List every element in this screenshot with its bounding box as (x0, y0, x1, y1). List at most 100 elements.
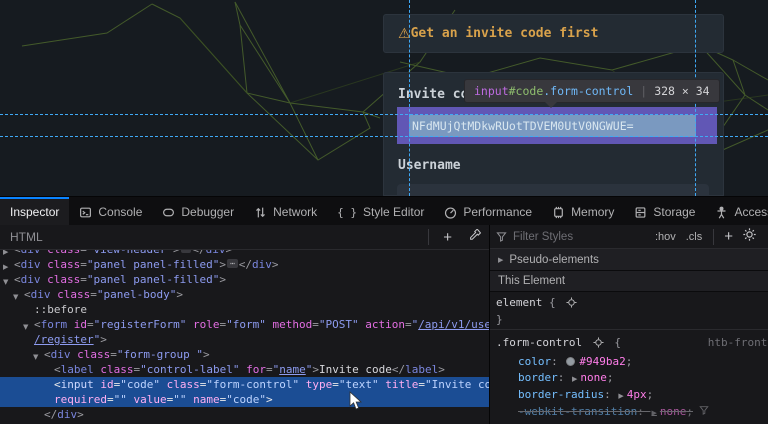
highlighter-guide-left (409, 0, 410, 196)
tab-debugger[interactable]: Debugger (152, 197, 244, 225)
markup-token-pun: = (405, 318, 412, 331)
form-control-selector[interactable]: .form-control (496, 336, 582, 349)
expand-down-twisty[interactable]: ▼ (23, 320, 28, 335)
markup-token-atv: "" (114, 393, 127, 406)
expand-value-twisty[interactable]: ▶ (572, 375, 577, 383)
toggle-pseudo-classes-button[interactable]: :hov (650, 231, 681, 243)
accessibility-icon (715, 206, 728, 219)
markup-row[interactable]: ▼<div class="form-group "> (0, 347, 489, 362)
tab-memory[interactable]: Memory (542, 197, 624, 225)
toolbar-divider (428, 229, 429, 245)
tab-accessibility[interactable]: Accessibility (705, 197, 768, 225)
color-scheme-sun-icon[interactable] (737, 228, 762, 246)
performance-icon (444, 206, 457, 219)
markup-token-atv: "view-header" (87, 250, 173, 256)
highlight-selector-target-icon[interactable] (593, 335, 604, 354)
show-all-nodes-badge[interactable]: ⋯ (181, 250, 192, 253)
filter-styles-input[interactable]: Filter Styles (513, 231, 650, 243)
tab-style-editor[interactable]: { }Style Editor (327, 197, 434, 225)
property-value: none (660, 405, 687, 418)
expand-value-twisty[interactable]: ▶ (618, 392, 623, 400)
css-property-border[interactable]: border: ▶none; (496, 370, 768, 387)
storage-icon (634, 206, 647, 219)
markup-token-lnk[interactable]: name (279, 363, 306, 376)
expand-value-twisty[interactable]: ▶ (651, 409, 656, 417)
markup-token-pun: = (418, 378, 425, 391)
markup-token-tag: div (21, 273, 41, 286)
markup-token-lnk[interactable]: /register (34, 333, 94, 346)
css-property-color[interactable]: color: #949ba2; (496, 354, 768, 370)
markup-token-atv: "control-label" (140, 363, 239, 376)
markup-token-pun: < (44, 348, 51, 361)
markup-token-tag: label (61, 363, 94, 376)
markup-row[interactable]: </div> (0, 407, 489, 422)
markup-token-pun: > (219, 273, 226, 286)
tab-storage[interactable]: Storage (624, 197, 705, 225)
markup-token-atn: class (94, 363, 134, 376)
markup-token-atv: "code" (120, 378, 160, 391)
markup-token-atv: "registerForm" (94, 318, 187, 331)
tab-label: Network (273, 205, 317, 219)
markup-token-pun: < (54, 363, 61, 376)
highlight-selector-target-icon[interactable] (566, 297, 577, 312)
markup-row[interactable]: ▶<div class="view-header">⋯</div> (0, 250, 489, 257)
markup-token-tag: div (252, 258, 272, 271)
markup-token-pun: = (80, 258, 87, 271)
toggle-classes-button[interactable]: .cls (681, 231, 708, 243)
markup-token-tag: form (41, 318, 68, 331)
markup-token-atn: value (127, 393, 167, 406)
html-search-label[interactable]: HTML (0, 230, 43, 244)
markup-token-atn: required (54, 393, 107, 406)
markup-row-selected[interactable]: <input id="code" class="form-control" ty… (0, 377, 489, 407)
tab-label: Style Editor (363, 205, 424, 219)
markup-row[interactable]: ▶<div class="panel panel-filled">⋯</div> (0, 257, 489, 272)
markup-token-atv: "" (173, 393, 186, 406)
tab-performance[interactable]: Performance (434, 197, 542, 225)
property-name: color (518, 355, 551, 368)
markup-token-tag: input (61, 378, 94, 391)
element-selector[interactable]: element (496, 296, 542, 309)
property-name: border (518, 371, 558, 384)
markup-token-pun: </ (192, 250, 205, 256)
markup-row[interactable]: <label class="control-label" for="name">… (0, 362, 489, 377)
markup-token-atv: "form-control" (206, 378, 299, 391)
this-element-label: This Element (498, 275, 565, 287)
add-node-button[interactable]: + (435, 230, 460, 245)
markup-row[interactable]: ▼<div class="panel panel-filled"> (0, 272, 489, 287)
markup-token-tag: label (405, 363, 438, 376)
username-input[interactable] (397, 184, 709, 196)
css-property--webkit-transition[interactable]: -webkit-transition: ▶none; (496, 404, 768, 421)
add-rule-button[interactable]: + (720, 229, 737, 244)
markup-row[interactable]: ▼<form id="registerForm" role="form" met… (0, 317, 489, 347)
markup-token-atn: class (41, 258, 81, 271)
pseudo-elements-header[interactable]: ▶ Pseudo-elements (490, 249, 768, 271)
markup-row[interactable]: ▼<div class="panel-body"> (0, 287, 489, 302)
alert-panel: ⚠Get an invite code first (383, 14, 724, 53)
markup-token-pun: > (77, 408, 84, 421)
markup-token-tag: div (51, 348, 71, 361)
markup-token-atv: "form" (226, 318, 266, 331)
invite-code-input[interactable]: NFdMUjQtMDkwRUotTDVEM0UtV0NGWUE= (409, 115, 696, 137)
filter-funnel-icon (496, 231, 507, 242)
eyedropper-icon[interactable] (460, 229, 489, 245)
chevron-right-icon: ▶ (498, 256, 503, 264)
markup-token-pun: = (332, 378, 339, 391)
css-property-border-radius[interactable]: border-radius: ▶4px; (496, 387, 768, 404)
markup-token-pun: = (90, 288, 97, 301)
rule-source-link[interactable]: htb-fronte (708, 333, 768, 352)
infobar-id: #code (509, 84, 544, 98)
show-all-nodes-badge[interactable]: ⋯ (227, 259, 238, 268)
color-swatch[interactable] (566, 357, 575, 366)
tab-inspector[interactable]: Inspector (0, 197, 69, 225)
markup-token-lnk[interactable]: /api/v1/user (418, 318, 489, 331)
markup-token-pun: = (312, 318, 319, 331)
tab-network[interactable]: Network (244, 197, 327, 225)
infobar-class: .form-control (543, 84, 633, 98)
markup-token-atv: "form-group " (117, 348, 203, 361)
markup-token-txt: Invite code (319, 363, 392, 376)
tab-console[interactable]: Console (69, 197, 152, 225)
markup-row[interactable]: ::before (0, 302, 489, 317)
markup-token-pun: = (110, 348, 117, 361)
markup-token-atn: class (41, 250, 81, 256)
markup-token-atv: "text" (339, 378, 379, 391)
